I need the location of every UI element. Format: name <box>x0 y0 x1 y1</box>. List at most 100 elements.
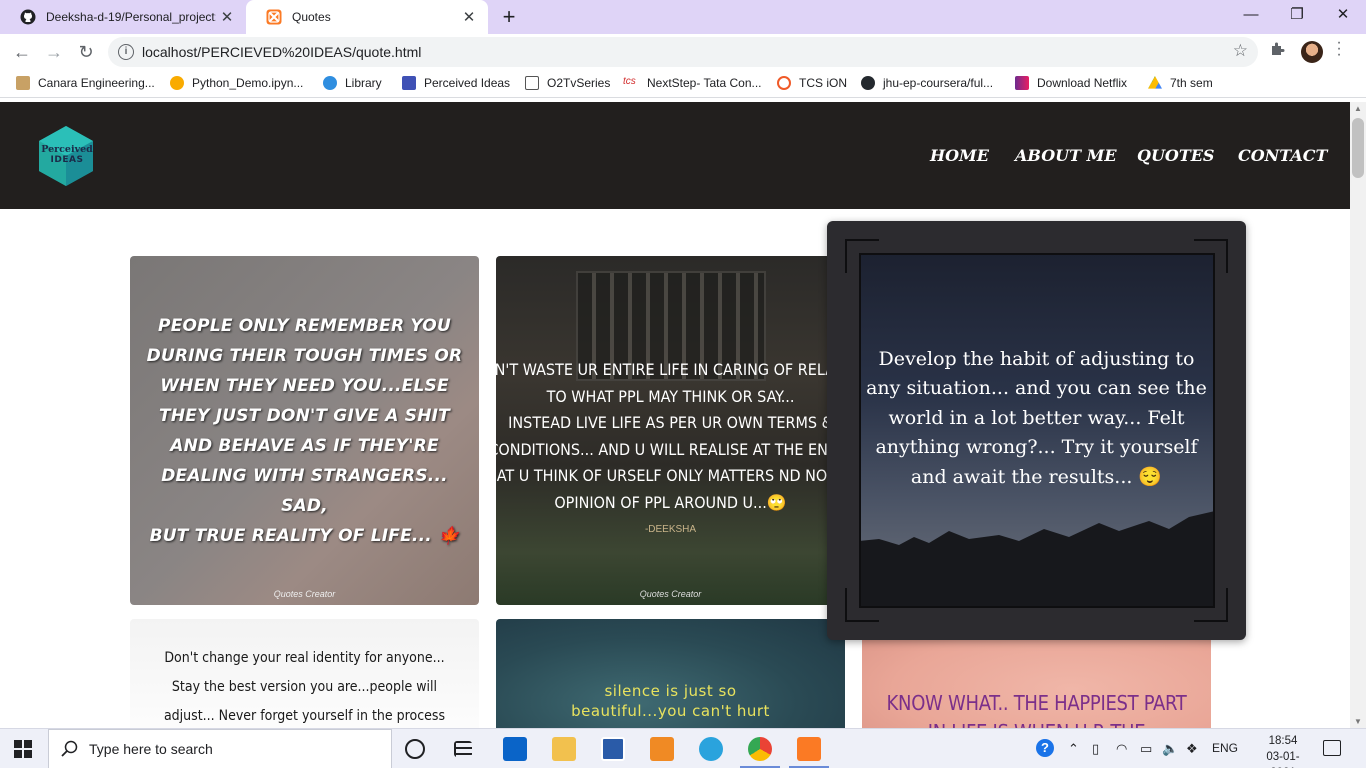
forward-arrow-icon[interactable]: → <box>42 40 66 64</box>
url-text[interactable]: localhost/PERCIEVED%20IDEAS/quote.html <box>142 44 421 60</box>
windows-start-icon[interactable] <box>14 740 32 758</box>
system-clock[interactable]: 18:54 03-01-2021 <box>1258 733 1308 768</box>
netflix-m-icon <box>1015 76 1029 90</box>
google-drive-icon <box>1148 76 1162 89</box>
quotes-gallery: PEOPLE ONLY REMEMBER YOU DURING THEIR TO… <box>0 209 1350 728</box>
remote-app-icon[interactable] <box>601 737 625 761</box>
bookmark-item[interactable]: Library <box>323 76 382 90</box>
tab-github[interactable]: Deeksha-d-19/Personal_project: P ✕ <box>0 0 246 34</box>
scrollbar-thumb[interactable] <box>1352 118 1364 178</box>
notifications-icon[interactable] <box>1323 740 1341 756</box>
taskbar-search-box[interactable]: Type here to search <box>48 729 392 768</box>
bookmark-item[interactable]: O2TvSeries <box>525 76 610 90</box>
xampp-icon <box>266 9 282 25</box>
reload-icon[interactable]: ↻ <box>74 40 98 64</box>
perceived-ideas-favicon-icon <box>402 76 416 90</box>
maximize-button[interactable]: ❐ <box>1274 0 1320 30</box>
quote-text: Develop the habit of adjusting to any si… <box>866 347 1207 488</box>
xampp-icon[interactable] <box>797 737 821 761</box>
tab-title: Deeksha-d-19/Personal_project: P <box>46 10 216 24</box>
bookmark-item[interactable]: Download Netflix <box>1015 76 1127 90</box>
quote-card[interactable]: PEOPLE ONLY REMEMBER YOU DURING THEIR TO… <box>130 256 479 605</box>
profile-avatar[interactable] <box>1301 41 1323 63</box>
tcs-icon: tcs <box>623 76 636 87</box>
help-icon[interactable]: ? <box>1036 739 1054 757</box>
tab-close-icon[interactable]: ✕ <box>458 8 480 26</box>
quote-text: PEOPLE ONLY REMEMBER YOU DURING THEIR TO… <box>146 315 463 546</box>
file-explorer-icon[interactable] <box>552 737 576 761</box>
minimize-button[interactable]: — <box>1228 0 1274 30</box>
chrome-icon[interactable] <box>748 737 772 761</box>
search-placeholder: Type here to search <box>89 741 213 757</box>
bookmark-star-icon[interactable]: ☆ <box>1233 41 1248 61</box>
bookmark-favicon-icon <box>16 76 30 90</box>
show-hidden-icons-chevron-icon[interactable]: ⌃ <box>1068 741 1079 757</box>
github-icon <box>20 9 36 25</box>
quote-card[interactable]: DON'T WASTE UR ENTIRE LIFE IN CARING OF … <box>496 256 845 605</box>
bookmark-item[interactable]: Perceived Ideas <box>402 76 510 90</box>
frame-corner <box>1194 239 1228 273</box>
logo-text-line2: IDEAS <box>50 155 84 165</box>
nav-about-me[interactable]: ABOUT ME <box>1015 146 1117 165</box>
quote-card[interactable]: silence is just so beautiful...you can't… <box>496 619 845 728</box>
quote-signature: Quotes Creator <box>273 589 336 599</box>
device-icon[interactable]: ▯ <box>1092 741 1099 757</box>
close-window-button[interactable]: ✕ <box>1320 0 1366 30</box>
sublime-text-icon[interactable] <box>650 737 674 761</box>
github-icon <box>861 76 875 90</box>
library-icon <box>323 76 337 90</box>
browser-toolbar: ← → ↻ i localhost/PERCIEVED%20IDEAS/quot… <box>0 34 1366 70</box>
quote-card[interactable]: Don't change your real identity for anyo… <box>130 619 479 728</box>
extensions-puzzle-icon[interactable] <box>1270 41 1286 62</box>
dropbox-icon[interactable]: ❖ <box>1186 741 1198 757</box>
windows-taskbar: Type here to search ? ⌃ ▯ ◠ ▭ 🔈 ❖ ENG 18… <box>0 728 1366 768</box>
language-indicator[interactable]: ENG <box>1212 741 1238 755</box>
colab-icon <box>170 76 184 90</box>
bookmark-item[interactable]: 7th sem <box>1148 76 1213 90</box>
page-scrollbar[interactable]: ▲ ▼ <box>1350 102 1366 728</box>
quote-signature: Quotes Creator <box>639 589 702 599</box>
tcs-ion-power-icon <box>777 76 791 90</box>
nav-quotes[interactable]: QUOTES <box>1137 146 1214 165</box>
bookmark-item[interactable]: Python_Demo.ipyn... <box>170 76 303 90</box>
tab-title: Quotes <box>292 10 331 24</box>
clock-date: 03-01-2021 <box>1266 751 1300 768</box>
quote-author: -DEEKSHA <box>644 524 697 535</box>
search-icon <box>61 740 78 757</box>
tab-close-icon[interactable]: ✕ <box>216 8 238 26</box>
quote-text: silence is just so beautiful...you can't… <box>571 682 770 720</box>
bookmark-item[interactable]: jhu-ep-coursera/ful... <box>861 76 993 90</box>
frame-corner <box>845 239 879 273</box>
browser-tab-strip: Deeksha-d-19/Personal_project: P ✕ Quote… <box>0 0 1366 34</box>
nav-home[interactable]: HOME <box>930 146 989 165</box>
quote-text: DON'T WASTE UR ENTIRE LIFE IN CARING OF … <box>496 360 845 512</box>
address-bar[interactable]: i localhost/PERCIEVED%20IDEAS/quote.html… <box>108 37 1258 67</box>
quote-card-hovered[interactable]: Develop the habit of adjusting to any si… <box>827 221 1246 640</box>
back-arrow-icon[interactable]: ← <box>10 40 34 64</box>
tab-quotes[interactable]: Quotes ✕ <box>246 0 488 34</box>
bookmark-item[interactable]: TCS iON <box>777 76 847 90</box>
new-tab-button[interactable]: + <box>498 4 520 30</box>
battery-icon[interactable]: ▭ <box>1140 741 1152 757</box>
volume-icon[interactable]: 🔈 <box>1162 741 1178 757</box>
wifi-icon[interactable]: ◠ <box>1116 741 1127 757</box>
o2tv-icon <box>525 76 539 90</box>
bookmark-item[interactable]: tcs NextStep- Tata Con... <box>623 76 762 90</box>
perceived-ideas-logo[interactable]: Perceived IDEAS <box>38 125 94 187</box>
scroll-down-arrow-icon[interactable]: ▼ <box>1354 717 1362 726</box>
nav-contact[interactable]: CONTACT <box>1238 146 1327 165</box>
site-info-icon[interactable]: i <box>118 44 134 60</box>
logo-text-line1: Perceived <box>41 144 93 155</box>
frame-corner <box>845 588 879 622</box>
cortana-circle-icon[interactable] <box>405 739 425 759</box>
scroll-up-arrow-icon[interactable]: ▲ <box>1354 104 1362 113</box>
task-view-icon[interactable] <box>454 741 472 757</box>
frame-corner <box>1194 588 1228 622</box>
kebab-menu-icon[interactable]: · · · <box>1334 35 1344 63</box>
quote-text: Don't change your real identity for anyo… <box>163 650 446 724</box>
clock-time: 18:54 <box>1268 735 1298 747</box>
bookmark-item[interactable]: Canara Engineering... <box>16 76 155 90</box>
telegram-icon[interactable] <box>699 737 723 761</box>
bookmarks-bar: Canara Engineering... Python_Demo.ipyn..… <box>0 70 1366 98</box>
mail-icon[interactable] <box>503 737 527 761</box>
